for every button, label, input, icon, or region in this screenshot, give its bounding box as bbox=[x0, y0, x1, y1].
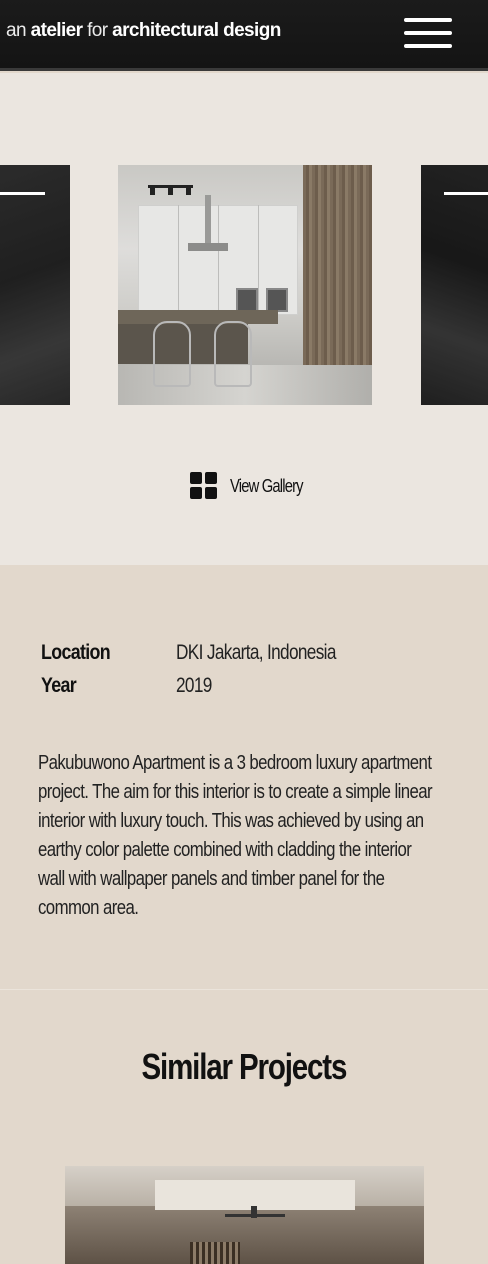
view-gallery-label: View Gallery bbox=[230, 475, 304, 496]
grid-icon bbox=[190, 472, 218, 500]
brand-middle: for bbox=[87, 20, 108, 41]
brand-word-architectural-design: architectural design bbox=[112, 20, 281, 41]
carousel-slide-next[interactable] bbox=[421, 165, 488, 405]
carousel-prev-arrow-icon[interactable] bbox=[0, 192, 45, 195]
brand-word-atelier: atelier bbox=[30, 20, 83, 41]
meta-year-label: Year bbox=[41, 674, 77, 697]
ceiling-fan-icon bbox=[225, 1214, 285, 1217]
similar-projects-section: Similar Projects bbox=[0, 990, 488, 1264]
project-details: Location DKI Jakarta, Indonesia Year 201… bbox=[0, 565, 488, 989]
project-description: Pakubuwono Apartment is a 3 bedroom luxu… bbox=[38, 752, 433, 919]
carousel-slide-current[interactable] bbox=[118, 165, 372, 405]
brand-logo[interactable]: an atelier for architectural design bbox=[6, 20, 281, 42]
meta-location-label: Location bbox=[41, 641, 111, 664]
carousel-next-arrow-icon[interactable] bbox=[444, 192, 488, 195]
meta-year-value: 2019 bbox=[176, 674, 212, 697]
carousel-slide-previous[interactable] bbox=[0, 165, 70, 405]
meta-location-value: DKI Jakarta, Indonesia bbox=[176, 641, 336, 664]
similar-project-card[interactable] bbox=[65, 1166, 424, 1264]
hamburger-menu-icon[interactable] bbox=[404, 18, 452, 48]
site-header: an atelier for architectural design bbox=[0, 0, 488, 71]
view-gallery-button[interactable]: View Gallery bbox=[190, 472, 319, 500]
project-image-carousel: View Gallery bbox=[0, 73, 488, 565]
brand-prefix: an bbox=[6, 20, 27, 41]
similar-projects-title: Similar Projects bbox=[141, 1046, 348, 1087]
